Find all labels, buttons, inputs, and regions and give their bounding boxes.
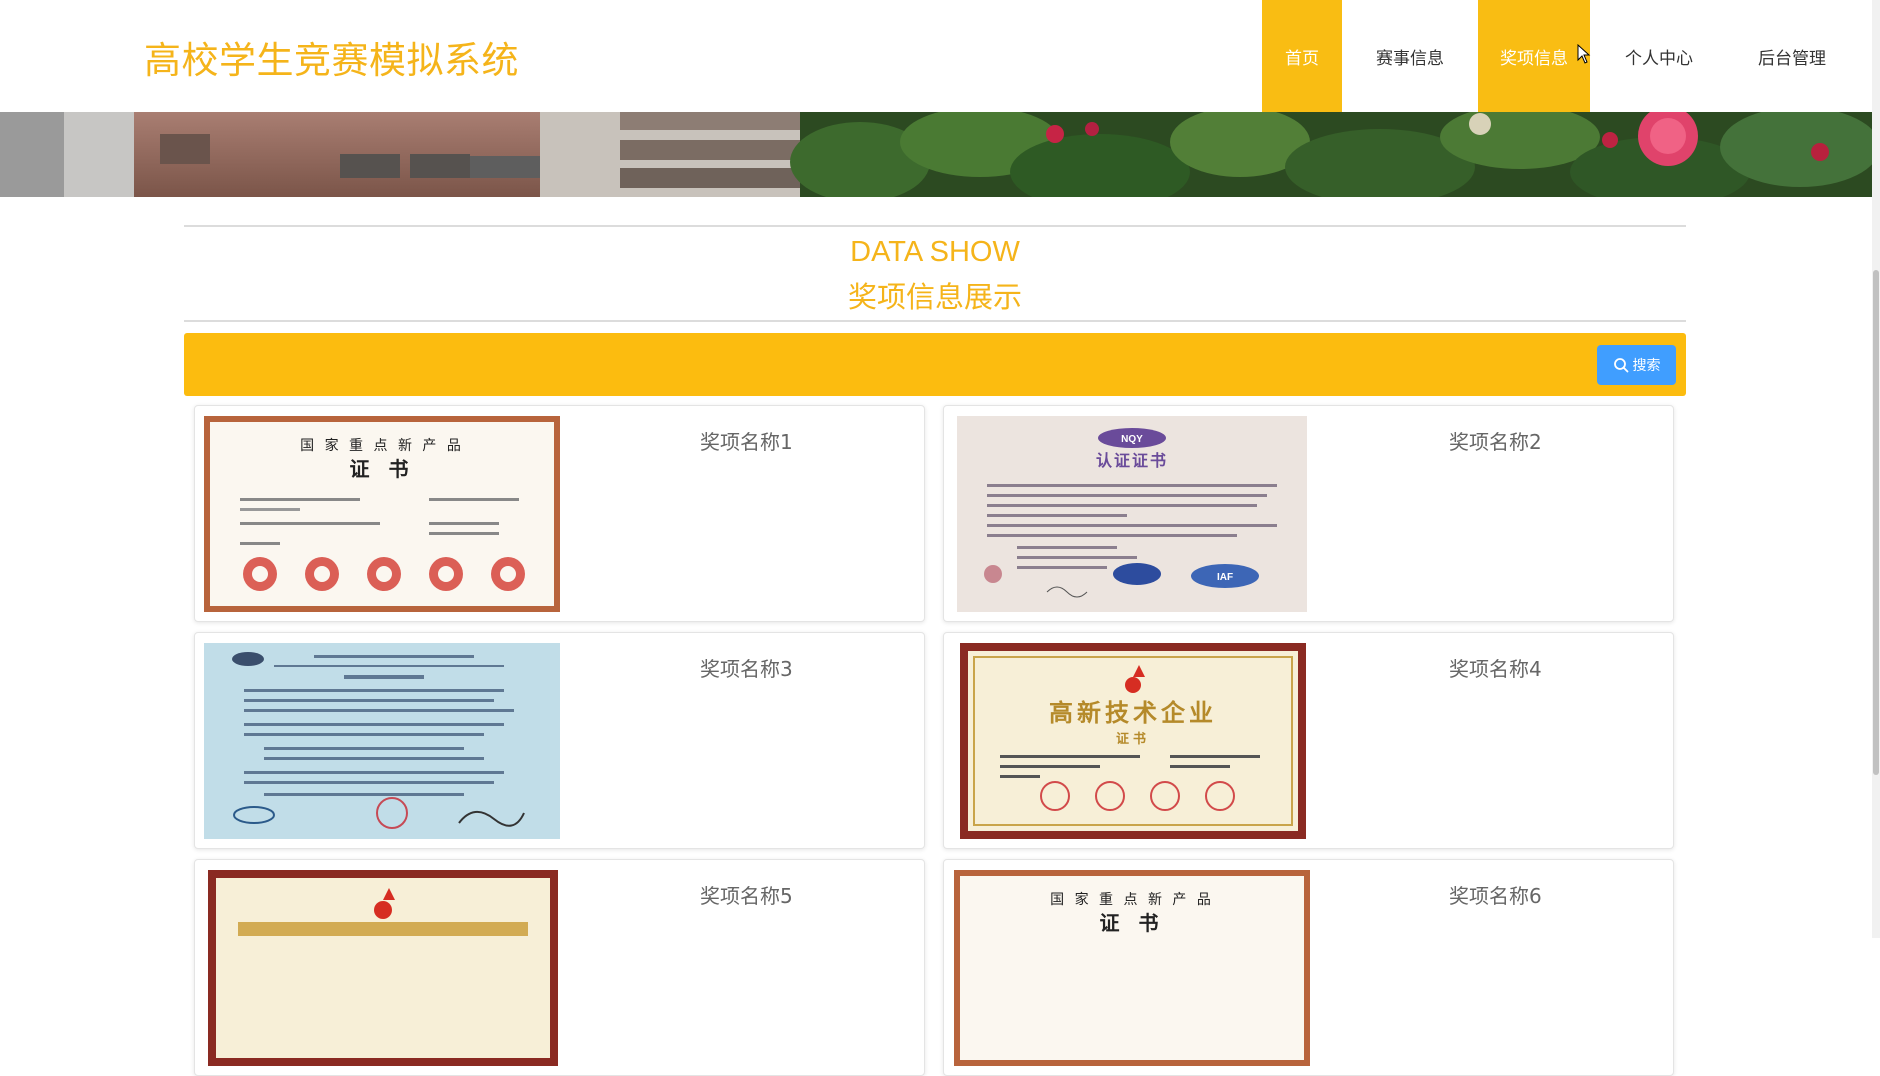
certificate-heading: 国 家 重 点 新 产 品 [1050, 891, 1214, 908]
award-card[interactable]: NQY 认证证书 IAF 奖项名称2 [943, 405, 1674, 622]
search-button-label: 搜索 [1632, 358, 1661, 374]
award-card[interactable]: 高新技术企业 证书 奖项名称4 [943, 632, 1674, 849]
mouse-cursor-icon [1577, 44, 1591, 64]
certificate-heading: 国 家 重 点 新 产 品 [300, 437, 464, 454]
award-image[interactable] [208, 870, 558, 1066]
award-name[interactable]: 奖项名称3 [700, 653, 793, 682]
award-image[interactable]: 国 家 重 点 新 产 品 证 书 [954, 870, 1310, 1066]
site-logo[interactable]: 高校学生竞赛模拟系统 [144, 30, 519, 84]
award-image[interactable] [204, 643, 560, 839]
title-bottom-divider [184, 320, 1686, 322]
certificate-logo-text: IAF [1217, 572, 1233, 583]
certificate-brand: NQY [1121, 434, 1143, 445]
award-image[interactable]: NQY 认证证书 IAF [957, 416, 1307, 612]
award-name[interactable]: 奖项名称4 [1449, 653, 1542, 682]
nav-personal-center[interactable]: 个人中心 [1590, 0, 1728, 112]
award-card[interactable]: 奖项名称5 [194, 859, 925, 1076]
award-image[interactable]: 高新技术企业 证书 [960, 643, 1306, 839]
nav-award-info[interactable]: 奖项信息 [1478, 0, 1590, 112]
nav-competition-info[interactable]: 赛事信息 [1342, 0, 1478, 112]
nav-admin[interactable]: 后台管理 [1728, 0, 1856, 112]
award-name[interactable]: 奖项名称5 [700, 880, 793, 909]
main-nav: 首页 赛事信息 奖项信息 个人中心 后台管理 [1262, 0, 1872, 112]
certificate-heading: 证 书 [1100, 911, 1165, 935]
nav-home[interactable]: 首页 [1262, 0, 1342, 112]
certificate-heading: 认证证书 [1096, 451, 1168, 470]
award-name[interactable]: 奖项名称6 [1449, 880, 1542, 909]
award-card[interactable]: 国 家 重 点 新 产 品 证 书 奖项名称6 [943, 859, 1674, 1076]
scrollbar-thumb[interactable] [1873, 270, 1879, 775]
award-image[interactable]: 国 家 重 点 新 产 品 证 书 [204, 416, 560, 612]
search-button[interactable]: 搜索 [1597, 345, 1676, 385]
section-title-cn: 奖项信息展示 [847, 280, 1022, 314]
search-bar: 搜索 [184, 333, 1686, 396]
search-icon [1613, 358, 1628, 373]
award-card[interactable]: 奖项名称3 [194, 632, 925, 849]
award-name[interactable]: 奖项名称1 [700, 426, 793, 455]
certificate-subheading: 证书 [1116, 731, 1150, 747]
site-header: 高校学生竞赛模拟系统 首页 赛事信息 奖项信息 个人中心 后台管理 [0, 0, 1872, 112]
title-top-divider [184, 225, 1686, 227]
award-card[interactable]: 国 家 重 点 新 产 品 证 书 奖项名称1 [194, 405, 925, 622]
section-title-en: DATA SHOW [850, 236, 1020, 268]
award-name[interactable]: 奖项名称2 [1449, 426, 1542, 455]
banner-image [0, 112, 1872, 197]
certificate-heading: 高新技术企业 [1049, 698, 1217, 727]
page-scrollbar[interactable] [1872, 0, 1880, 938]
certificate-heading: 证 书 [350, 457, 415, 481]
